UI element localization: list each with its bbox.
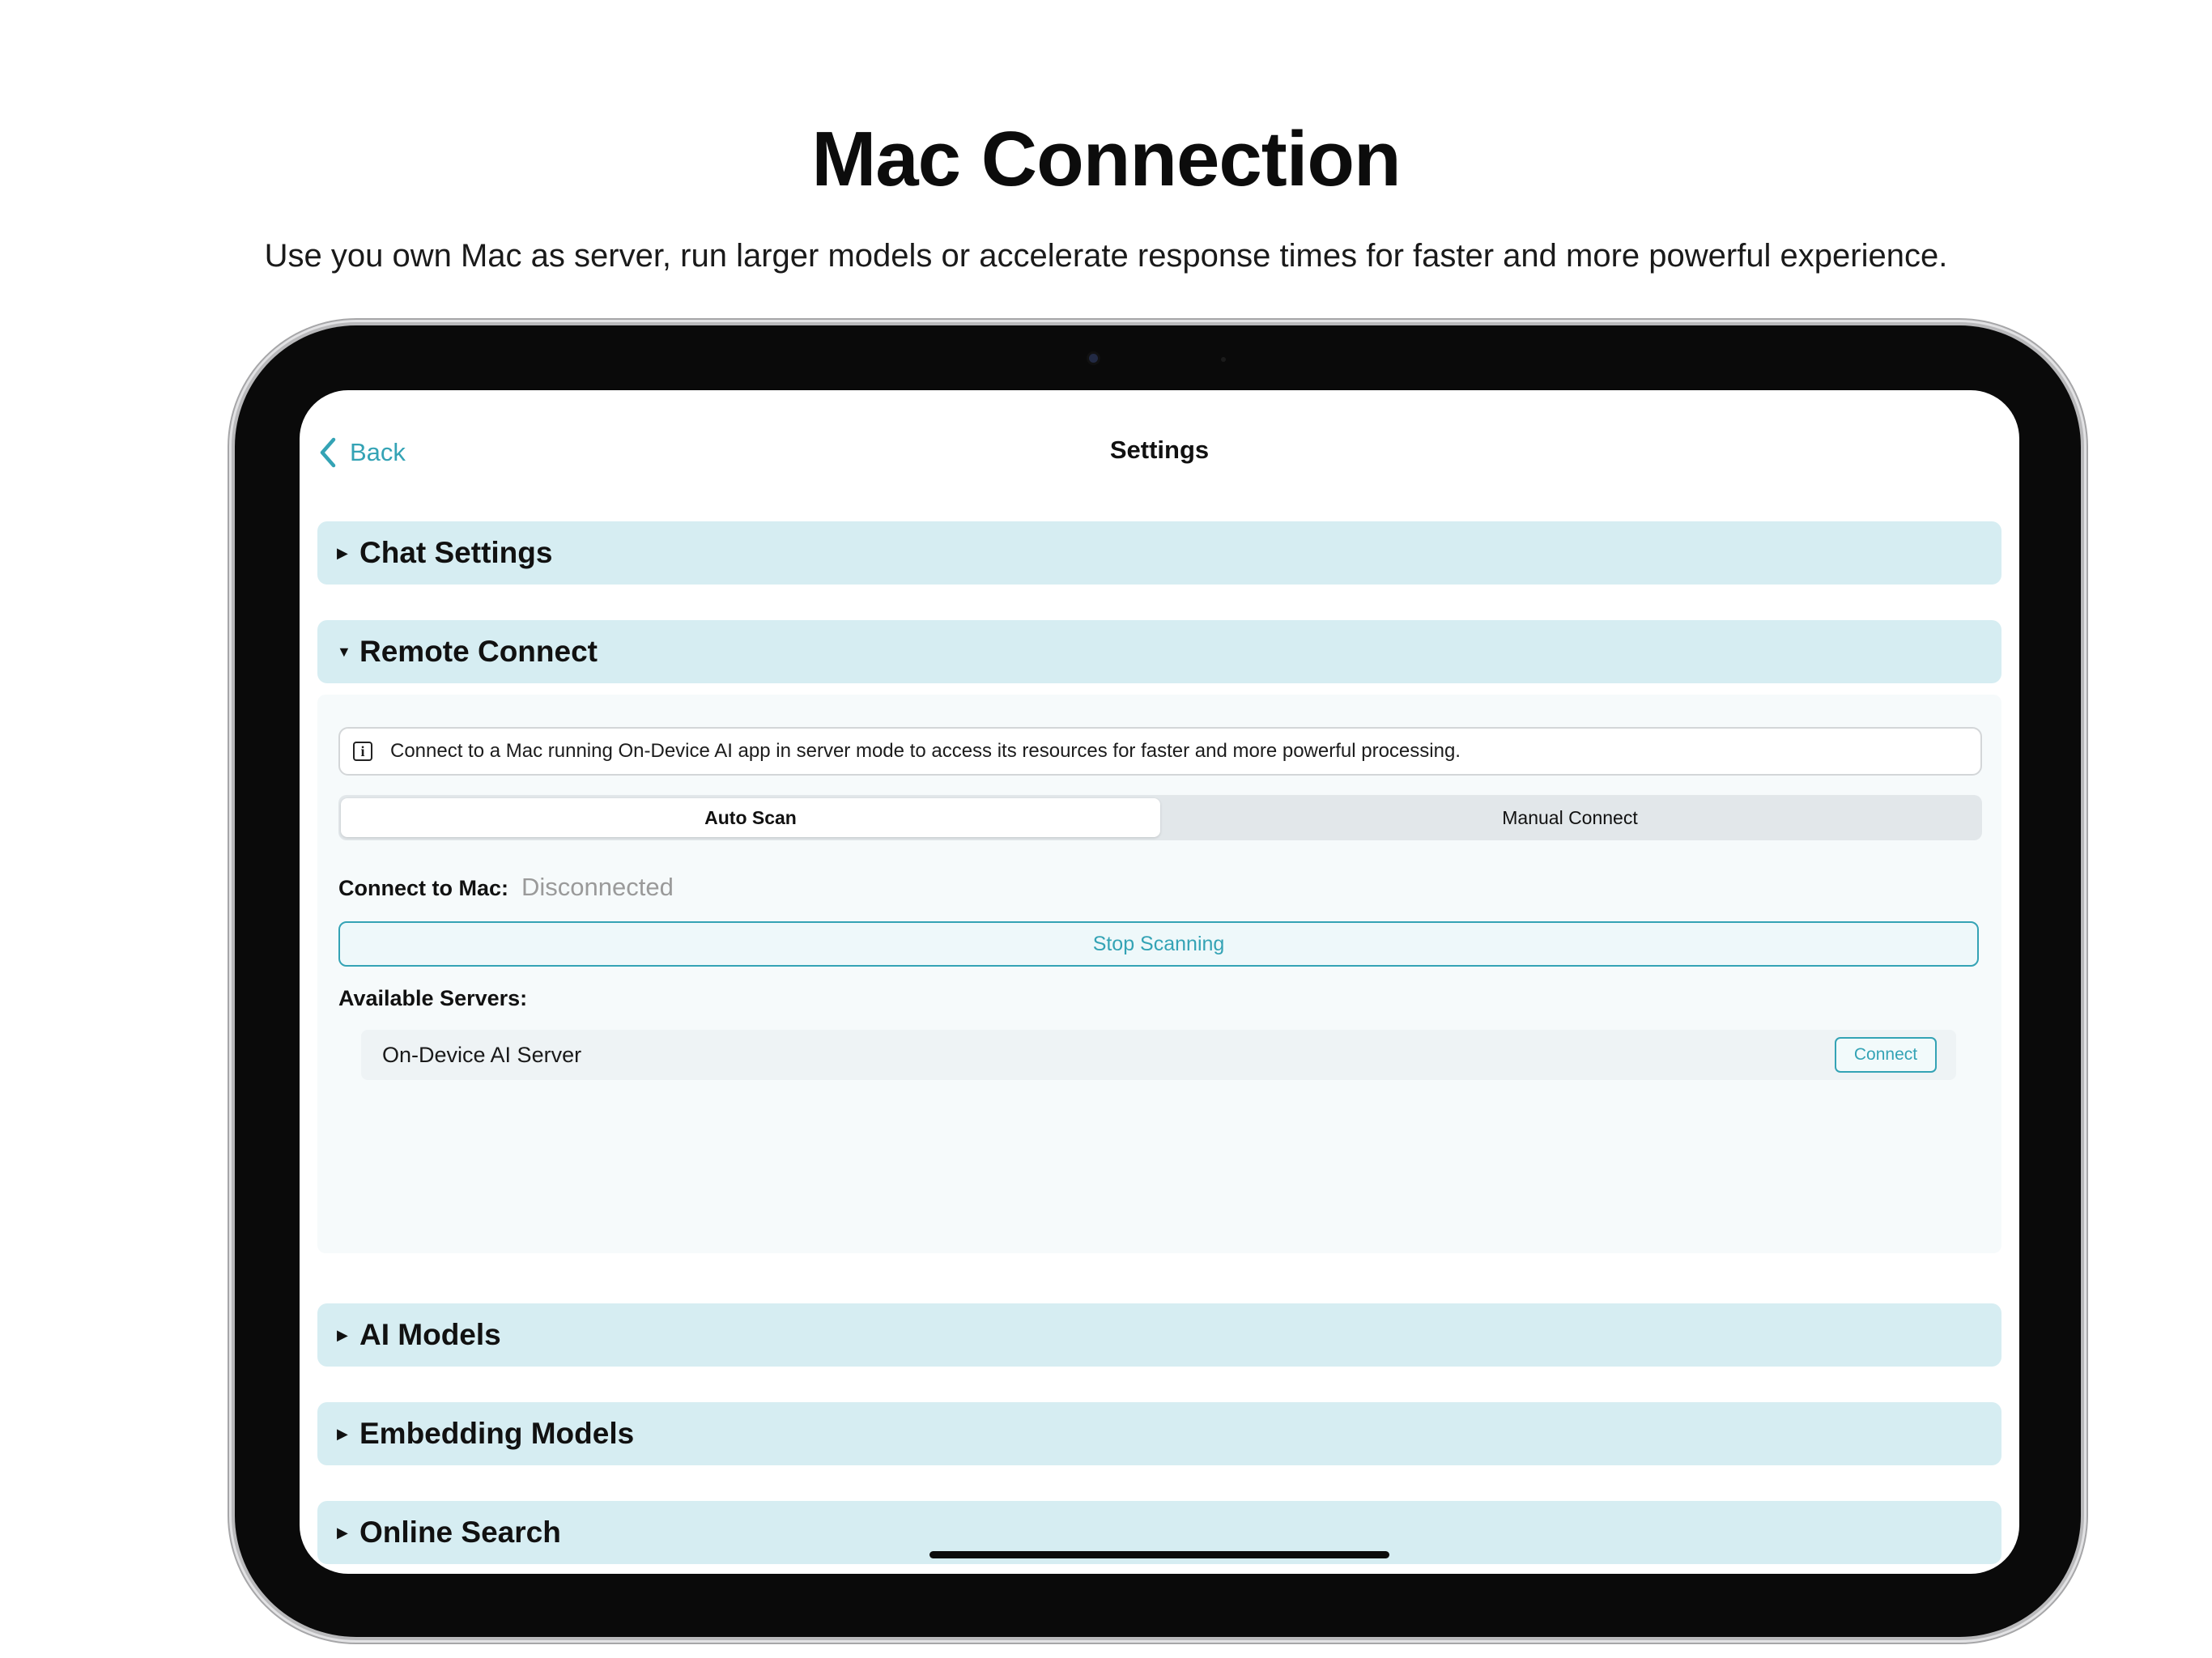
sensor — [1221, 357, 1226, 362]
server-list-item: On-Device AI Server Connect — [361, 1030, 1956, 1080]
connect-button[interactable]: Connect — [1835, 1037, 1937, 1073]
tab-auto-scan[interactable]: Auto Scan — [341, 798, 1160, 837]
stop-scanning-button[interactable]: Stop Scanning — [338, 921, 1979, 967]
headline: Mac Connection — [811, 116, 1401, 202]
camera — [1089, 354, 1098, 363]
app-screen: Back Settings ▶ Chat Settings ▼ Remote C… — [300, 390, 2019, 1574]
tab-manual-connect[interactable]: Manual Connect — [1160, 798, 1980, 837]
section-label: AI Models — [359, 1318, 501, 1351]
section-label: Remote Connect — [359, 635, 598, 668]
section-label: Online Search — [359, 1516, 561, 1549]
section-label: Embedding Models — [359, 1417, 635, 1450]
nav-title: Settings — [1109, 436, 1210, 464]
section-ai-models[interactable]: ▶ AI Models — [317, 1303, 2001, 1367]
connect-to-mac-label: Connect to Mac: — [338, 876, 509, 900]
section-chat-settings[interactable]: ▶ Chat Settings — [317, 521, 2001, 585]
info-icon: i — [353, 742, 372, 761]
triangle-down-icon: ▼ — [337, 643, 351, 660]
info-box: i Connect to a Mac running On-Device AI … — [338, 727, 1982, 776]
section-remote-connect[interactable]: ▼ Remote Connect — [317, 620, 2001, 683]
connect-mode-segmented-control[interactable]: Auto Scan Manual Connect — [338, 795, 1982, 840]
connection-status-row: Connect to Mac: Disconnected — [338, 873, 674, 902]
remote-connect-panel — [317, 695, 2001, 1253]
connection-status: Disconnected — [521, 873, 674, 901]
available-servers-label: Available Servers: — [338, 986, 528, 1010]
home-indicator — [929, 1551, 1389, 1558]
section-embedding-models[interactable]: ▶ Embedding Models — [317, 1402, 2001, 1465]
server-name: On-Device AI Server — [382, 1042, 582, 1067]
subheadline: Use you own Mac as server, run larger mo… — [264, 238, 1948, 274]
section-label: Chat Settings — [359, 536, 553, 569]
triangle-right-icon: ▶ — [337, 1425, 348, 1442]
triangle-right-icon: ▶ — [337, 1524, 348, 1541]
info-text: Connect to a Mac running On-Device AI ap… — [390, 740, 1461, 762]
triangle-right-icon: ▶ — [337, 1326, 348, 1343]
triangle-right-icon: ▶ — [337, 544, 348, 561]
